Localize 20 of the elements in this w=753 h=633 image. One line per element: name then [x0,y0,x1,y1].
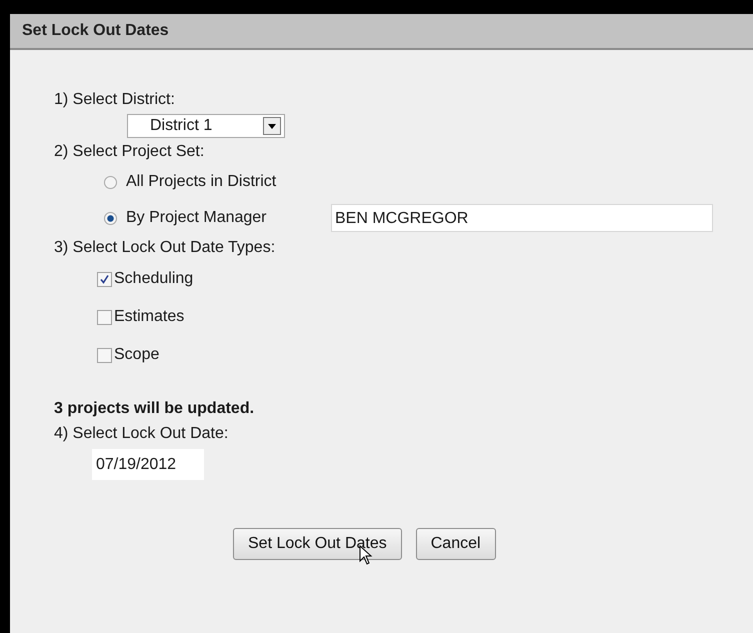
checkbox[interactable] [97,272,112,286]
district-dropdown[interactable]: District 1 [127,114,285,138]
step-label: 1) Select District: [54,90,176,110]
checkbox-label: Estimates [114,308,184,326]
date-field[interactable]: 07/19/2012 [92,448,204,480]
checkbox[interactable] [97,348,112,362]
checkbox-label: Scheduling [114,270,194,288]
radio-button[interactable] [104,176,117,188]
radio-label: All Projects in District [126,173,278,191]
manager-field[interactable]: BEN MCGREGOR [331,204,713,232]
radio-label: By Project Manager [126,209,268,227]
step-label: 3) Select Lock Out Date Types: [54,238,276,258]
radio-button[interactable] [104,212,117,224]
step-label: 4) Select Lock Out Date: [54,424,230,444]
checkbox[interactable] [97,310,112,324]
summary-text: 3 projects will be updated. [54,399,256,419]
cancel-button[interactable]: Cancel [416,528,496,560]
checkbox-label: Scope [114,346,160,364]
step-label: 2) Select Project Set: [54,142,206,162]
window-title: Set Lock Out Dates [22,22,169,40]
